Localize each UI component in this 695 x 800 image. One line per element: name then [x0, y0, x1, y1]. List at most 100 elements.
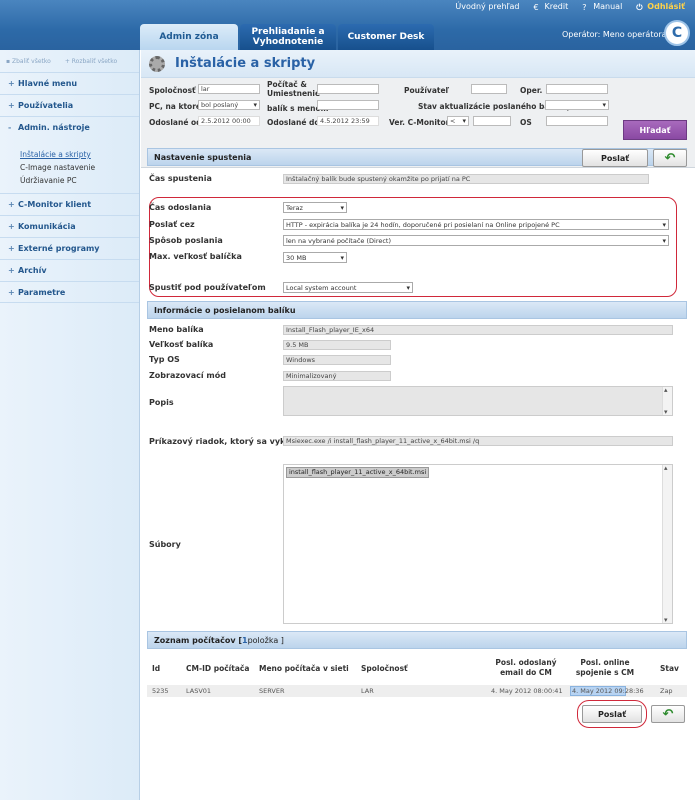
cas-spustenia-value: Inštalačný balík bude spustený okamžite … [283, 174, 649, 184]
meno-value: Install_Flash_player_IE_x64 [283, 325, 673, 335]
filter-ver-select[interactable]: < [447, 116, 469, 126]
cas-spustenia-label: Čas spustenia [149, 174, 212, 183]
filter-os-input[interactable] [546, 116, 608, 126]
col-email: Posl. odoslaný email do CM [495, 658, 557, 677]
tab-customer-desk[interactable]: Customer Desk [338, 24, 434, 50]
filter-balik-input[interactable] [317, 100, 379, 110]
section-info: Informácie o posielanom balíku [147, 301, 687, 319]
home-link[interactable]: Úvodný prehľad [455, 2, 519, 11]
velkost-value: 9.5 MB [283, 340, 391, 350]
expand-all-link[interactable]: + Rozbaliť všetko [65, 58, 117, 65]
gear-icon [149, 55, 165, 72]
brand-logo: C [664, 20, 690, 46]
sidebar-subitem-instalacie[interactable]: Inštalácie a skripty [0, 148, 139, 161]
sidebar-item-hlavne-menu[interactable]: + Hlavné menu [0, 72, 139, 94]
poslat-cez-select[interactable]: HTTP - expirácia balíka je 24 hodín, dop… [283, 219, 669, 230]
sidebar-item-parametre[interactable]: + Parametre [0, 281, 139, 303]
cell-email: 4. May 2012 08:00:41 [491, 687, 563, 695]
poslat-cez-label: Poslať cez [149, 220, 195, 229]
filter-label-os: OS [520, 118, 532, 127]
max-velkost-select[interactable]: 30 MB [283, 252, 347, 263]
search-button[interactable]: Hľadať [623, 120, 687, 140]
subory-list[interactable]: install_flash_player_11_active_x_64bit.m… [283, 464, 673, 624]
sposob-poslania-select[interactable]: len na vybrané počítače (Direct) [283, 235, 669, 246]
filter-label-oper: Oper. [520, 86, 543, 95]
popis-label: Popis [149, 398, 174, 407]
filter-od-input[interactable]: 2.5.2012 00:00 [198, 116, 260, 126]
cell-spolocnost: LAR [361, 687, 374, 695]
page-title: Inštalácie a skripty [175, 56, 316, 71]
prikaz-label: Príkazový riadok, ktorý sa vykoná [149, 437, 302, 446]
sidebar-item-c-monitor[interactable]: + C-Monitor klient [0, 193, 139, 215]
prikaz-value: Msiexec.exe /i install_flash_player_11_a… [283, 436, 673, 446]
subory-scrollbar[interactable] [662, 464, 672, 624]
subory-label: Súbory [149, 540, 181, 549]
back-button-bottom[interactable]: ↶ [651, 705, 685, 723]
main-content: Inštalácie a skripty Spoločnosť lar Počí… [141, 50, 695, 800]
filter-label-ver: Ver. C-Monitora [389, 118, 455, 127]
col-spolocnost: Spoločnosť [361, 664, 408, 673]
cell-meno: SERVER [259, 687, 285, 695]
filter-label-pocitac: Počítač & Umiestnenie [267, 80, 321, 98]
filter-pocitac-input[interactable] [317, 84, 379, 94]
logout-link[interactable]: ⏻ Odhlásiť [636, 2, 685, 12]
back-button-top[interactable]: ↶ [653, 149, 687, 167]
expand-collapse-row: ▪ Zbaliť všetko + Rozbaliť všetko [0, 50, 139, 72]
filter-do-input[interactable]: 4.5.2012 23:59 [317, 116, 379, 126]
sidebar-item-externe[interactable]: + Externé programy [0, 237, 139, 259]
col-id: Id [152, 664, 161, 673]
col-online: Posl. online spojenie s CM [575, 658, 635, 677]
filter-pc-select[interactable]: bol poslaný [198, 100, 260, 110]
sidebar-subitem-c-image[interactable]: C-Image nastavenie [0, 161, 139, 174]
filter-label-pc: PC, na ktoré [149, 102, 201, 111]
mod-label: Zobrazovací mód [149, 371, 226, 380]
filter-ver-input[interactable] [473, 116, 511, 126]
power-icon: ⏻ [636, 2, 643, 12]
sidebar: ▪ Zbaliť všetko + Rozbaliť všetko + Hlavn… [0, 50, 140, 800]
filter-label-spolocnost: Spoločnosť [149, 86, 196, 95]
credit-link[interactable]: € Kredit [533, 2, 569, 12]
back-arrow-icon: ↶ [664, 150, 676, 166]
euro-icon: € [533, 2, 539, 12]
cas-odoslania-label: Čas odoslania [149, 203, 212, 212]
send-button-top[interactable]: Poslať [582, 149, 648, 167]
tab-prehliadanie[interactable]: Prehliadanie a Vyhodnotenie [240, 24, 336, 50]
sidebar-item-pouzivatelia[interactable]: + Používatelia [0, 94, 139, 116]
filter-stav-select[interactable] [545, 100, 609, 110]
col-meno: Meno počítača v sieti [259, 664, 349, 673]
top-bar: Úvodný prehľad € Kredit ? Manual ⏻ Odhlásiť… [0, 0, 695, 50]
sidebar-item-komunikacia[interactable]: + Komunikácia [0, 215, 139, 237]
cas-odoslania-select[interactable]: Teraz [283, 202, 347, 213]
spustit-pod-label: Spustiť pod používateľom [149, 283, 266, 292]
popis-textarea[interactable] [283, 386, 673, 416]
typ-os-value: Windows [283, 355, 391, 365]
popis-scrollbar[interactable] [662, 386, 672, 416]
filter-label-pouzivatel: Používateľ [404, 86, 450, 95]
mod-value: Minimalizovaný [283, 371, 391, 381]
sidebar-item-archiv[interactable]: + Archív [0, 259, 139, 281]
top-links: Úvodný prehľad € Kredit ? Manual ⏻ Odhlásiť [455, 0, 685, 12]
col-stav: Stav [660, 664, 679, 673]
sidebar-subitem-udrziavanie[interactable]: Údržiavanie PC [0, 174, 139, 187]
filter-oper-input[interactable] [546, 84, 608, 94]
meno-label: Meno balíka [149, 325, 204, 334]
spustit-pod-select[interactable]: Local system account [283, 282, 413, 293]
page-header: Inštalácie a skripty [141, 50, 695, 78]
file-item[interactable]: install_flash_player_11_active_x_64bit.m… [286, 467, 430, 478]
sidebar-item-admin-nastroje[interactable]: - Admin. nástroje [0, 116, 139, 138]
highlight-box-settings [149, 197, 677, 297]
manual-link[interactable]: ? Manual [582, 2, 622, 12]
operator-label: Operátor: Meno operátora [562, 30, 667, 39]
sposob-poslania-label: Spôsob poslania [149, 236, 223, 245]
max-velkost-label: Max. veľkosť balíčka [149, 252, 242, 261]
back-arrow-icon: ↶ [662, 706, 674, 722]
cell-id: 5235 [152, 687, 169, 695]
velkost-label: Veľkosť balíka [149, 340, 214, 349]
filter-label-od: Odoslané od [149, 118, 202, 127]
filter-pouzivatel-input[interactable] [471, 84, 507, 94]
send-button-bottom[interactable]: Poslať [582, 705, 642, 723]
filter-spolocnost-input[interactable]: lar [198, 84, 260, 94]
tab-admin-zona[interactable]: Admin zóna [140, 24, 238, 50]
collapse-all-link[interactable]: ▪ Zbaliť všetko [6, 58, 51, 65]
filter-label-do: Odoslané do [267, 118, 320, 127]
